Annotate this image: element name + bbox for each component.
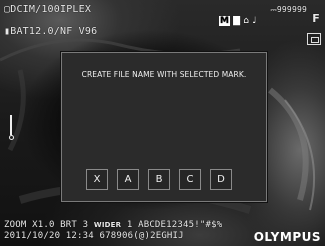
mark-button-b[interactable]: B bbox=[148, 169, 170, 190]
battery-status: ▮BAT12.0/NF V96 bbox=[4, 26, 98, 37]
file-name-mark-dialog: CREATE FILE NAME WITH SELECTED MARK. X A… bbox=[61, 52, 267, 202]
zoom-brightness-readout: ZOOM X1.0 BRT 3 bbox=[4, 220, 89, 230]
memory-icon: M bbox=[219, 16, 231, 26]
media-icon bbox=[307, 33, 321, 45]
mark-button-x[interactable]: X bbox=[86, 169, 108, 190]
date-time-readout: 2011/10/20 12:34 678906(@)2EGHIJ bbox=[4, 231, 184, 241]
light-level-dot bbox=[9, 135, 14, 140]
file-mode-indicator: F bbox=[312, 12, 320, 25]
mark-button-c[interactable]: C bbox=[179, 169, 201, 190]
wider-badge: WIDER bbox=[93, 221, 122, 229]
light-level-bar bbox=[10, 115, 12, 135]
image-quality-icon: ▇ bbox=[233, 16, 241, 26]
status-icon-bar: M ▇ ⌂ ♩ bbox=[219, 16, 257, 26]
dialog-message: CREATE FILE NAME WITH SELECTED MARK. bbox=[81, 70, 247, 79]
audio-icon: ♩ bbox=[252, 16, 257, 26]
brand-logo: OLYMPUS bbox=[253, 230, 321, 244]
title-readout: 1 ABCDE12345!"#$% bbox=[126, 220, 223, 230]
mark-button-a[interactable]: A bbox=[117, 169, 139, 190]
light-level-indicator bbox=[9, 115, 14, 141]
mark-button-row: X A B C D bbox=[86, 169, 232, 190]
bottom-status-line: ZOOM X1.0 BRT 3 WIDER 1 ABCDE12345!"#$% bbox=[4, 220, 222, 230]
remaining-count: ⎓999999 bbox=[270, 5, 307, 14]
mark-button-d[interactable]: D bbox=[210, 169, 232, 190]
folder-path: ▢DCIM/100IPLEX bbox=[4, 4, 92, 15]
lock-icon: ⌂ bbox=[243, 16, 250, 26]
